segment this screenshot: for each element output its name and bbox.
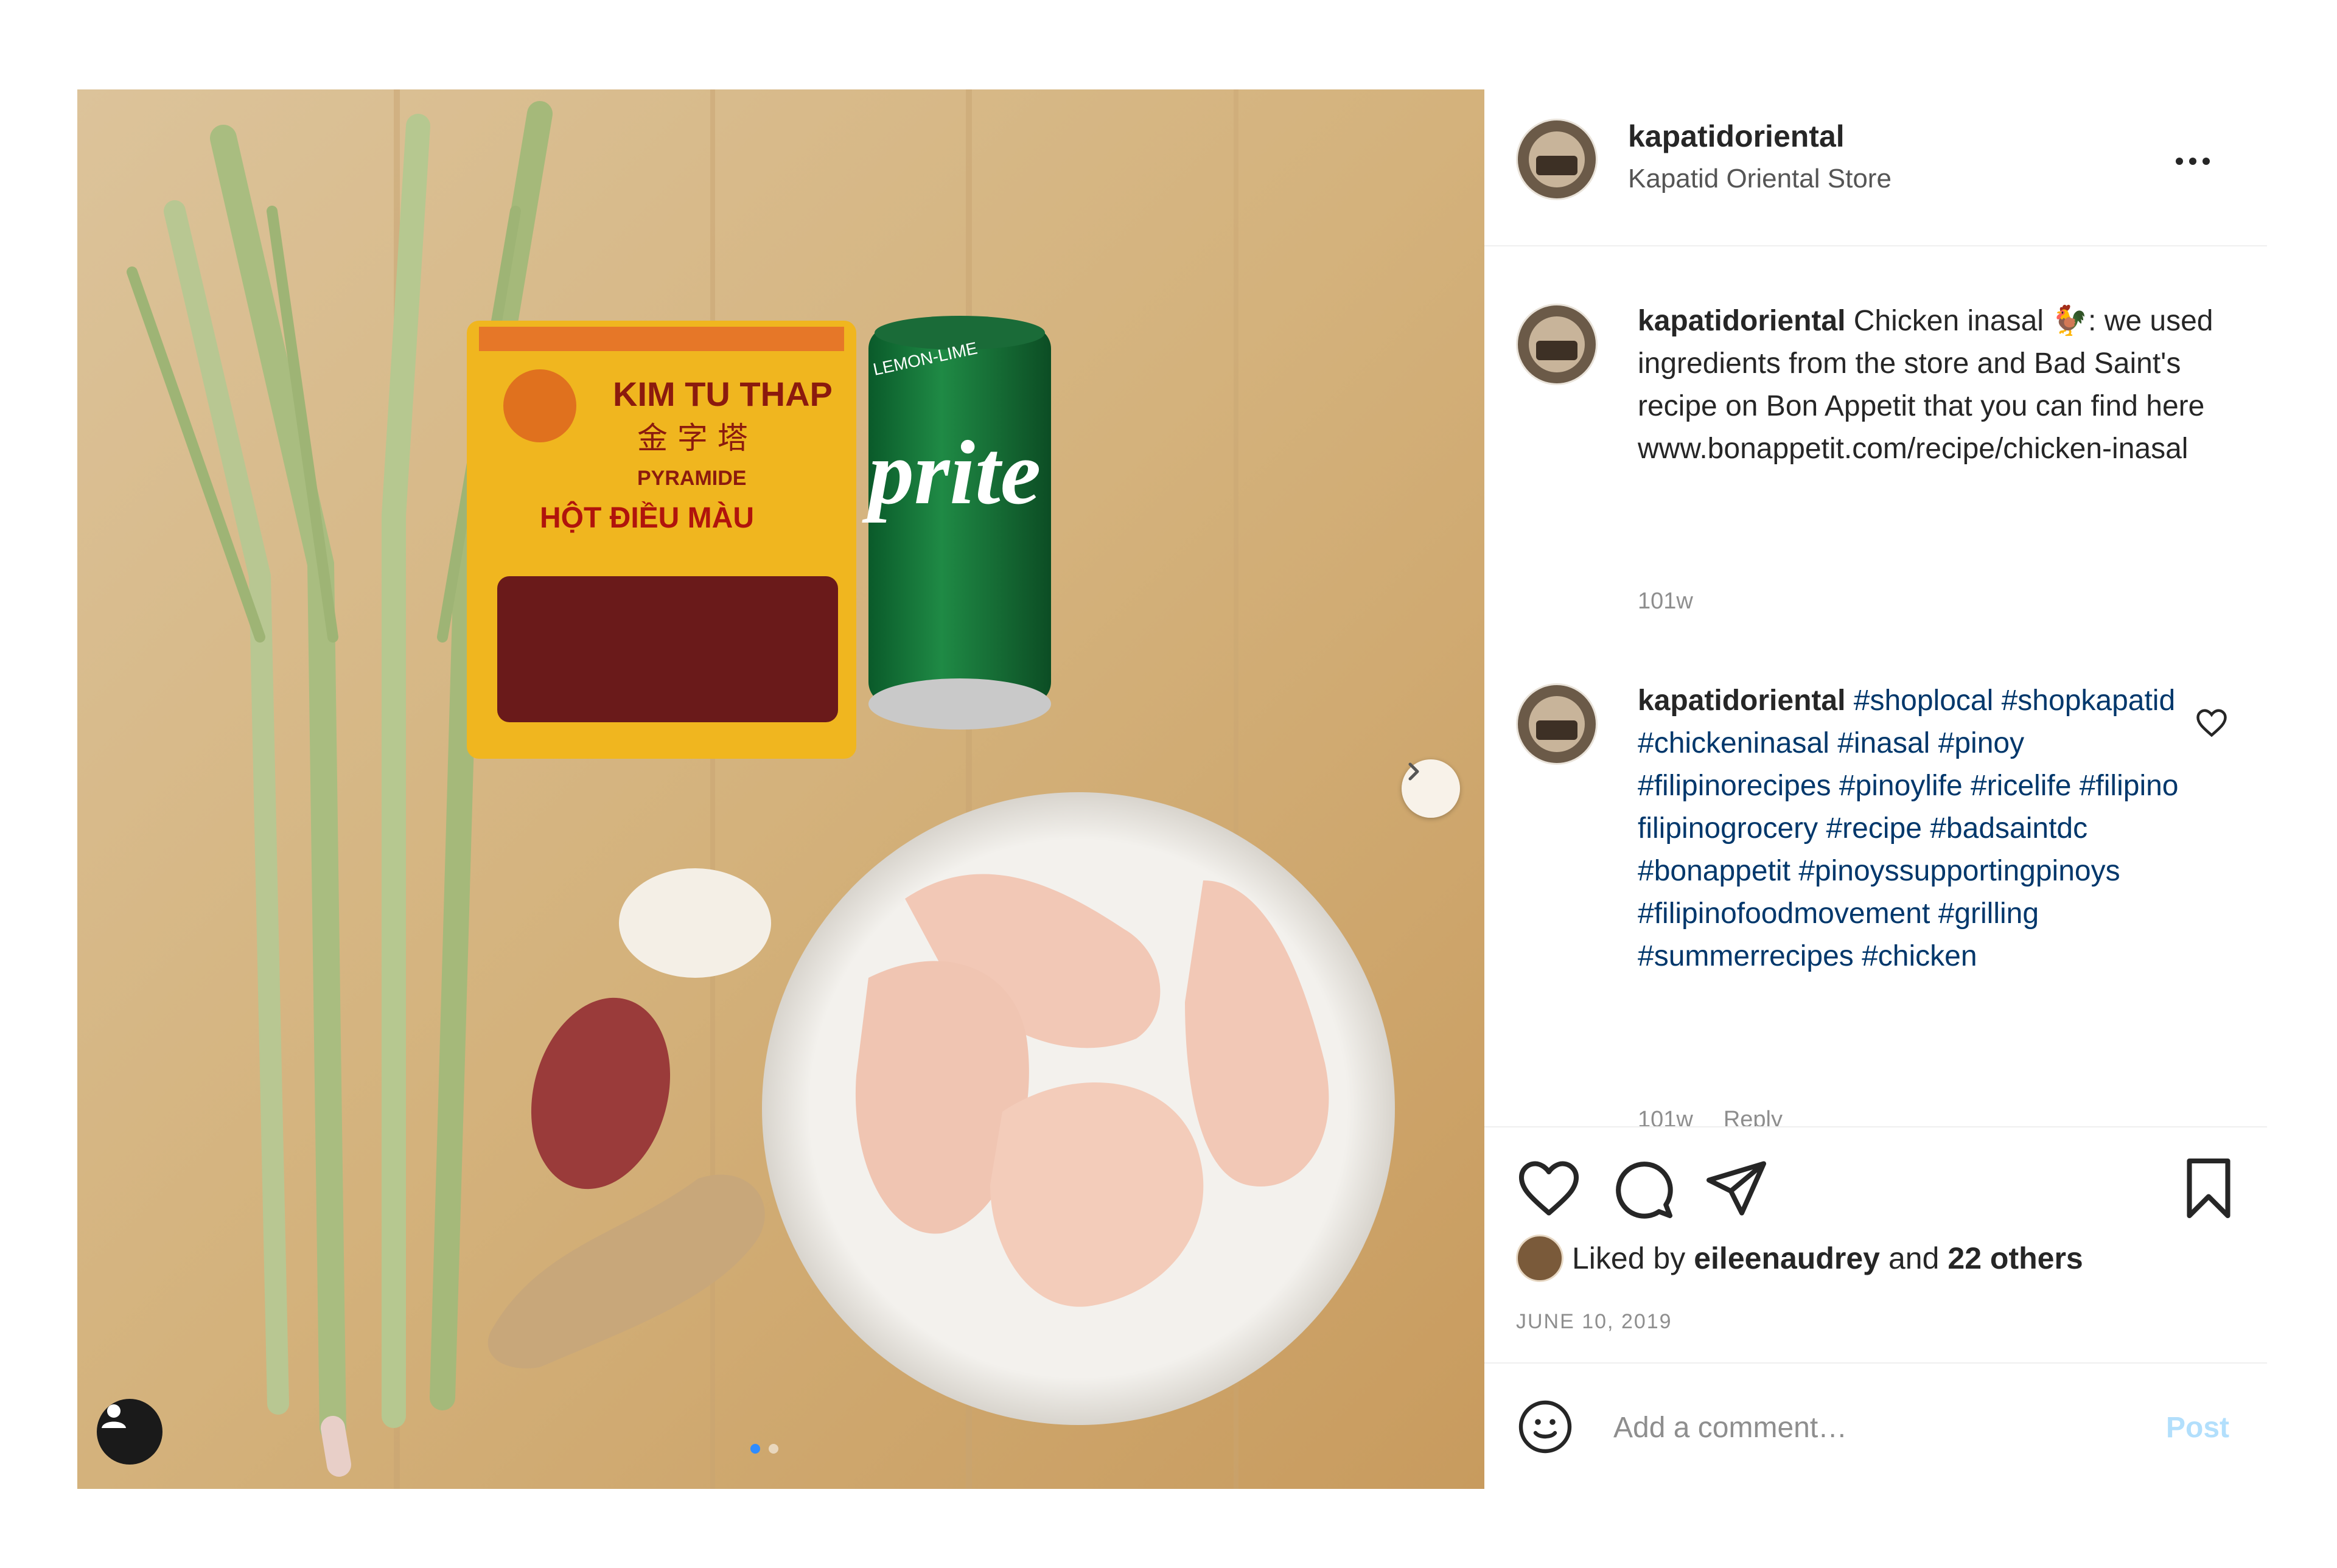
annatto-seed-package: KIM TU THAP 金 字 塔 PYRAMIDE HỘT ĐIỀU MÀU [467, 321, 856, 759]
comments-section: kapatidoriental Chicken inasal 🐓: we use… [1484, 245, 2267, 1218]
post-header: kapatidoriental Kapatid Oriental Store [1484, 89, 2267, 246]
svg-text:HỘT ĐIỀU MÀU: HỘT ĐIỀU MÀU [540, 501, 754, 534]
likes-summary: Liked by eileenaudrey and 22 others [1516, 1235, 2083, 1282]
avatar[interactable] [1516, 304, 1598, 385]
tagged-users-button[interactable] [97, 1399, 162, 1465]
next-arrow-icon [1408, 762, 1419, 781]
comment-username[interactable]: kapatidoriental [1638, 685, 1845, 717]
svg-text:prite: prite [862, 422, 1041, 523]
post-photo[interactable]: KIM TU THAP 金 字 塔 PYRAMIDE HỘT ĐIỀU MÀU … [77, 89, 1484, 1489]
post-date[interactable]: JUNE 10, 2019 [1516, 1310, 1672, 1334]
caption-text-block: kapatidoriental Chicken inasal 🐓: we use… [1638, 300, 2216, 470]
carousel-next-button[interactable] [1402, 759, 1460, 818]
bookmark-icon[interactable] [2176, 1155, 2241, 1221]
soda-can: LEMON-LIME prite [862, 316, 1051, 730]
garlic [619, 868, 771, 978]
heart-icon[interactable] [1516, 1155, 1582, 1221]
svg-text:KIM TU THAP: KIM TU THAP [613, 375, 833, 413]
post-actions: Liked by eileenaudrey and 22 others JUNE… [1484, 1126, 2267, 1490]
user-tag-icon [102, 1404, 126, 1428]
liker-avatar[interactable] [1516, 1235, 1563, 1282]
caption-username[interactable]: kapatidoriental [1638, 305, 1845, 337]
carousel-indicator [750, 1444, 778, 1454]
share-icon[interactable] [1703, 1155, 1769, 1221]
header-display-name[interactable]: Kapatid Oriental Store [1628, 164, 1892, 194]
more-icon [2176, 158, 2183, 165]
more-options-button[interactable] [2176, 149, 2237, 173]
liker-username[interactable]: eileenaudrey [1694, 1241, 1880, 1276]
caption-timestamp[interactable]: 101w [1638, 588, 1693, 615]
likes-others[interactable]: 22 others [1948, 1241, 2083, 1276]
svg-text:金 字 塔: 金 字 塔 [637, 420, 748, 456]
comment-input[interactable] [1612, 1402, 2132, 1452]
comment-hashtags[interactable]: #shoplocal #shopkapatid #chickeninasal #… [1638, 685, 2179, 972]
avatar[interactable] [1516, 683, 1598, 765]
header-username[interactable]: kapatidoriental [1628, 119, 1845, 154]
instagram-post: KIM TU THAP 金 字 塔 PYRAMIDE HỘT ĐIỀU MÀU … [77, 89, 2267, 1490]
post-comment-button[interactable]: Post [2166, 1411, 2229, 1444]
svg-text:PYRAMIDE: PYRAMIDE [637, 467, 746, 490]
comment-text-block: kapatidoriental #shoplocal #shopkapatid … [1638, 680, 2216, 978]
avatar[interactable] [1516, 119, 1598, 200]
photo-illustration: KIM TU THAP 金 字 塔 PYRAMIDE HỘT ĐIỀU MÀU … [77, 89, 1484, 1489]
comment-icon[interactable] [1610, 1155, 1675, 1221]
likes-connector: and [1888, 1241, 1940, 1275]
plate-with-chicken [762, 792, 1395, 1425]
caption-comment: kapatidoriental Chicken inasal 🐓: we use… [1516, 304, 2234, 620]
carousel-dot [769, 1444, 778, 1454]
carousel-dot-active [750, 1444, 760, 1454]
post-sidebar: kapatidoriental Kapatid Oriental Store k… [1484, 89, 2267, 1490]
likes-prefix: Liked by [1572, 1241, 1686, 1275]
emoji-icon[interactable] [1516, 1398, 1574, 1456]
heart-icon[interactable] [2195, 706, 2228, 739]
add-comment-bar: Post [1484, 1362, 2267, 1491]
